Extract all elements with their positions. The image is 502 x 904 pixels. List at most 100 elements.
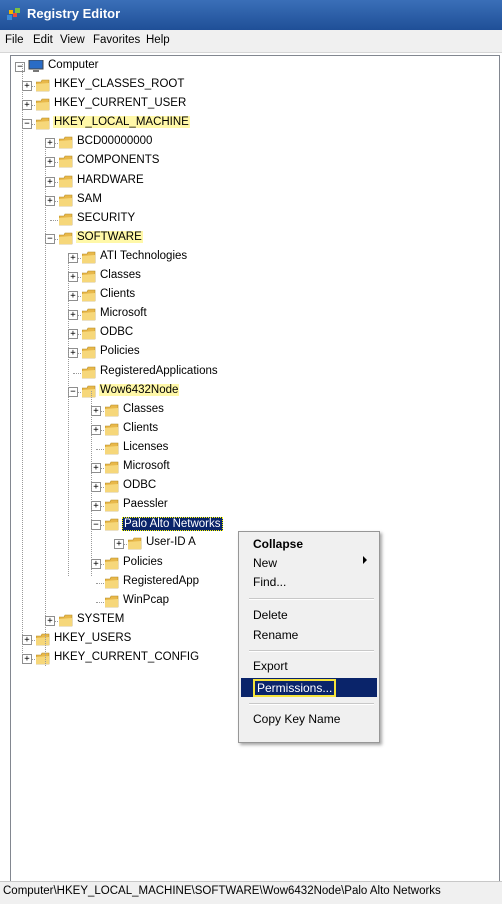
tree-node[interactable]: + Policies xyxy=(11,344,481,362)
context-menu-find[interactable]: Find... xyxy=(253,575,286,589)
collapse-icon[interactable]: − xyxy=(45,233,55,244)
expand-icon[interactable]: + xyxy=(91,424,101,435)
tree-node-label: SAM xyxy=(77,192,102,205)
expand-icon[interactable]: + xyxy=(68,252,78,263)
context-menu-permissions-label: Permissions... xyxy=(253,679,337,697)
tree-node[interactable]: + COMPONENTS xyxy=(11,153,481,171)
folder-icon xyxy=(35,117,50,130)
tree-node-label: Microsoft xyxy=(123,460,170,472)
folder-icon xyxy=(104,557,119,570)
tree-node[interactable]: + Classes xyxy=(11,402,481,420)
tree-node[interactable]: + SAM xyxy=(11,192,481,210)
collapse-icon[interactable]: − xyxy=(91,520,101,531)
collapse-icon[interactable]: − xyxy=(22,119,32,130)
tree-node[interactable]: + Microsoft xyxy=(11,459,481,477)
tree-node-label: WinPcap xyxy=(123,593,170,606)
tree-node-label: HKEY_CURRENT_USER xyxy=(54,97,187,110)
tree-node[interactable]: + HARDWARE xyxy=(11,173,481,191)
tree-guide-line xyxy=(22,64,23,659)
tree-node[interactable]: + ODBC xyxy=(11,478,481,496)
folder-icon xyxy=(58,175,73,188)
menu-edit[interactable]: Edit xyxy=(33,34,53,46)
context-menu-rename[interactable]: Rename xyxy=(253,628,298,642)
folder-icon xyxy=(81,270,96,283)
tree-node-label: Classes xyxy=(123,402,164,415)
tree-node[interactable]: + BCD00000000 xyxy=(11,134,481,152)
tree-node[interactable]: + ATI Technologies xyxy=(11,249,481,267)
menu-separator xyxy=(249,703,374,705)
tree-node[interactable]: SECURITY xyxy=(11,211,481,229)
context-menu-new[interactable]: New xyxy=(253,556,277,570)
tree-node-label: SOFTWARE xyxy=(76,230,143,243)
tree-node[interactable]: − SOFTWARE xyxy=(11,230,481,248)
expand-icon[interactable]: + xyxy=(91,501,101,512)
expand-icon[interactable]: + xyxy=(91,482,101,493)
tree-node-label: ODBC xyxy=(100,326,134,339)
folder-icon xyxy=(81,346,96,359)
tree-node-label: RegisteredApplications xyxy=(100,364,218,377)
tree-node-label: Policies xyxy=(100,345,140,358)
folder-icon xyxy=(58,213,73,226)
tree-node[interactable]: + Paessler xyxy=(11,497,481,515)
expand-icon[interactable]: + xyxy=(68,272,78,282)
tree-node-computer[interactable]: − Computer xyxy=(11,58,211,76)
tree-node[interactable]: + Microsoft xyxy=(11,306,481,324)
tree-node[interactable]: Licenses xyxy=(11,440,481,458)
expand-icon[interactable]: + xyxy=(22,100,32,111)
menu-file[interactable]: File xyxy=(5,34,24,46)
expand-icon[interactable]: + xyxy=(22,654,32,664)
expand-icon[interactable]: + xyxy=(45,157,55,168)
tree-node[interactable]: RegisteredApplications xyxy=(11,364,481,382)
expand-icon[interactable]: + xyxy=(45,176,55,187)
context-menu-copy-key-name[interactable]: Copy Key Name xyxy=(253,712,340,726)
expand-icon[interactable]: + xyxy=(114,539,124,550)
expand-icon[interactable]: + xyxy=(91,405,101,416)
expand-icon[interactable]: + xyxy=(22,81,32,91)
context-menu-collapse[interactable]: Collapse xyxy=(253,537,303,551)
tree-node[interactable]: + HKEY_CLASSES_ROOT xyxy=(11,77,481,95)
tree-node-label: User-ID A xyxy=(146,536,196,549)
tree-node[interactable]: + Clients xyxy=(11,421,481,439)
tree-node-label: Licenses xyxy=(123,440,169,453)
folder-icon xyxy=(58,155,73,168)
tree-node-label: Clients xyxy=(100,288,136,301)
context-menu-export[interactable]: Export xyxy=(253,659,288,673)
menu-view[interactable]: View xyxy=(60,34,85,46)
tree-node[interactable]: + Clients xyxy=(11,287,481,305)
menu-separator xyxy=(249,650,374,652)
expand-icon[interactable]: + xyxy=(68,348,78,359)
expand-icon[interactable]: + xyxy=(45,615,55,626)
expand-icon[interactable]: + xyxy=(22,634,32,645)
folder-icon xyxy=(104,595,119,608)
expand-icon[interactable]: + xyxy=(45,195,55,206)
folder-icon xyxy=(81,251,96,264)
menu-favorites[interactable]: Favorites xyxy=(93,34,140,46)
tree-node[interactable]: − Wow6432Node xyxy=(11,383,481,401)
tree-node[interactable]: + Classes xyxy=(11,268,481,286)
title-bar: Registry Editor xyxy=(0,0,502,30)
expand-icon[interactable]: + xyxy=(68,329,78,340)
tree-node-label: Palo Alto Networks xyxy=(122,517,223,532)
folder-icon xyxy=(104,423,119,436)
context-menu-delete[interactable]: Delete xyxy=(253,608,288,622)
registry-tree[interactable]: − Computer + HKEY_CLASSES_ROOT + HKEY_CURRE… xyxy=(10,55,500,882)
menu-help[interactable]: Help xyxy=(146,34,170,46)
tree-node[interactable]: − HKEY_LOCAL_MACHINE xyxy=(11,115,481,133)
folder-icon xyxy=(58,136,73,149)
status-path: Computer\HKEY_LOCAL_MACHINE\SOFTWARE\Wow… xyxy=(3,885,441,897)
tree-node[interactable]: + HKEY_CURRENT_USER xyxy=(11,96,481,114)
collapse-icon[interactable]: − xyxy=(68,386,78,397)
expand-icon[interactable]: + xyxy=(91,558,101,569)
tree-node-label: HKEY_LOCAL_MACHINE xyxy=(53,116,190,129)
tree-node[interactable]: + ODBC xyxy=(11,325,481,343)
tree-node-label: Computer xyxy=(48,59,99,71)
expand-icon[interactable]: + xyxy=(68,310,78,321)
window-title: Registry Editor xyxy=(27,6,121,21)
folder-icon xyxy=(127,537,142,550)
expand-icon[interactable]: + xyxy=(45,138,55,149)
context-menu-permissions[interactable]: Permissions... xyxy=(241,678,377,697)
folder-icon xyxy=(35,652,50,665)
collapse-icon[interactable]: − xyxy=(15,62,25,72)
expand-icon[interactable]: + xyxy=(91,463,101,473)
expand-icon[interactable]: + xyxy=(68,291,78,302)
